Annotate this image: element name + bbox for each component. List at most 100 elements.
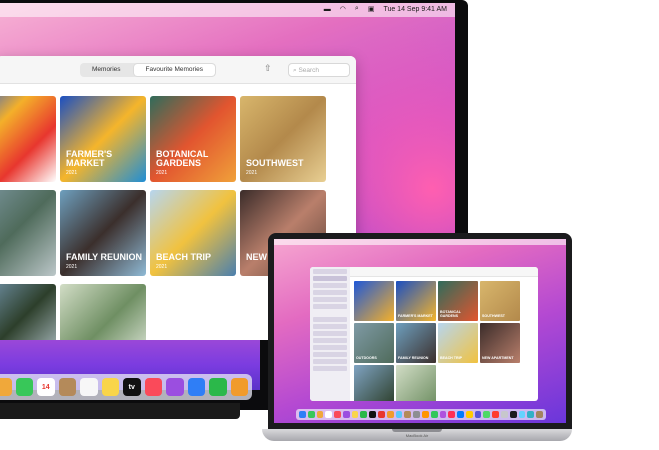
laptop-dock-app-icon[interactable]	[439, 411, 447, 418]
tab-memories[interactable]: Memories	[80, 63, 133, 77]
music-dock-icon[interactable]	[144, 378, 162, 396]
laptop-memory-tile[interactable]	[396, 365, 436, 401]
laptop-memory-tile[interactable]: BEACH TRIP	[438, 323, 478, 363]
laptop-dock-app-icon[interactable]	[360, 411, 368, 418]
memory-tile[interactable]: BOTANICAL GARDENS 2021	[150, 96, 236, 182]
laptop-sidebar-item[interactable]	[313, 338, 347, 343]
laptop-dock-app-icon[interactable]	[299, 411, 306, 418]
laptop-dock-app-icon[interactable]	[430, 411, 438, 418]
memory-title: FARMER'S MARKET	[66, 149, 113, 168]
memory-tile[interactable]	[0, 96, 56, 182]
laptop-memory-title: FAMILY REUNION	[398, 356, 429, 360]
memory-tile[interactable]	[0, 190, 56, 276]
laptop-sidebar-item[interactable]	[313, 359, 347, 364]
laptop-dock-app-icon[interactable]	[421, 411, 429, 418]
laptop-dock-app-icon[interactable]	[536, 411, 543, 418]
memory-tile[interactable]: FARMER'S MARKET 2021	[60, 96, 146, 182]
memory-year: 2021	[156, 264, 168, 270]
memory-year: 2021	[66, 170, 78, 176]
laptop-dock-app-icon[interactable]	[527, 411, 535, 418]
laptop-dock-app-icon[interactable]	[342, 411, 350, 418]
laptop-memory-tile[interactable]: FAMILY REUNION	[396, 323, 436, 363]
laptop-memory-tile[interactable]	[354, 281, 394, 321]
laptop-dock-app-icon[interactable]	[465, 411, 473, 418]
memory-tile[interactable]	[60, 284, 146, 340]
laptop-lid: FARMER'S MARKET BOTANICAL GARDENS SOUTHWES…	[268, 233, 572, 429]
laptop-sidebar-item[interactable]	[313, 269, 347, 274]
laptop-dock-app-icon[interactable]	[492, 411, 499, 418]
laptop-dock-app-icon[interactable]	[474, 411, 482, 418]
laptop-memory-tile[interactable]: BOTANICAL GARDENS	[438, 281, 478, 321]
memory-tile[interactable]: SOUTHWEST 2021	[240, 96, 326, 182]
laptop-dock-app-icon[interactable]	[334, 411, 341, 418]
wifi-icon[interactable]: ◠	[340, 5, 346, 13]
search-placeholder: Search	[298, 67, 320, 74]
photos-dock-icon[interactable]	[0, 378, 12, 396]
control-icon[interactable]: ▬	[324, 6, 331, 13]
laptop-memory-tile[interactable]	[354, 365, 394, 401]
laptop-dock-app-icon[interactable]	[378, 411, 385, 418]
monitor-stand	[0, 403, 240, 419]
memory-title: BEACH TRIP	[156, 252, 212, 262]
laptop-dock-app-icon[interactable]	[500, 411, 508, 418]
laptop-sidebar-item[interactable]	[313, 352, 347, 357]
laptop-dock-app-icon[interactable]	[395, 411, 403, 418]
laptop-dock-app-icon[interactable]	[404, 411, 412, 418]
memory-year: 2021	[66, 264, 78, 270]
laptop-dock-app-icon[interactable]	[448, 411, 456, 418]
laptop-memory-tile[interactable]: SOUTHWEST	[480, 281, 520, 321]
memory-tile[interactable]: BEACH TRIP 2021	[150, 190, 236, 276]
macbook-air: FARMER'S MARKET BOTANICAL GARDENS SOUTHWES…	[262, 233, 572, 445]
laptop-sidebar-item[interactable]	[313, 331, 347, 336]
laptop-sidebar-item[interactable]	[313, 345, 347, 350]
laptop-memory-tile[interactable]: NEW APARTMENT	[480, 323, 520, 363]
laptop-sidebar-item[interactable]	[313, 324, 347, 329]
laptop-sidebar-item[interactable]	[313, 276, 347, 281]
laptop-dock-app-icon[interactable]	[483, 411, 491, 418]
tv-dock-icon[interactable]: tv	[123, 378, 141, 396]
laptop-memory-title: BOTANICAL GARDENS	[440, 310, 461, 318]
memory-title: BOTANICAL GARDENS	[156, 149, 209, 168]
laptop-memory-tile[interactable]: OUTDOORS	[354, 323, 394, 363]
menu-bar-datetime[interactable]: Tue 14 Sep 9:41 AM	[383, 6, 447, 13]
podcasts-dock-icon[interactable]	[166, 378, 184, 396]
laptop-dock	[296, 409, 546, 420]
laptop-dock-app-icon[interactable]	[351, 411, 359, 418]
laptop-dock-app-icon[interactable]	[325, 411, 333, 418]
memory-tile[interactable]: FAMILY REUNION 2021	[60, 190, 146, 276]
laptop-sidebar-item[interactable]	[313, 317, 347, 322]
laptop-dock-app-icon[interactable]	[307, 411, 315, 418]
keynote-dock-icon[interactable]	[230, 378, 248, 396]
tab-favourite-memories[interactable]: Favourite Memories	[133, 64, 215, 76]
laptop-memory-tile[interactable]: FARMER'S MARKET	[396, 281, 436, 321]
notes-dock-icon[interactable]	[101, 378, 119, 396]
app-store-dock-icon[interactable]	[187, 378, 205, 396]
laptop-sidebar-item[interactable]	[313, 366, 347, 371]
laptop-sidebar-item[interactable]	[313, 297, 347, 302]
laptop-dock-app-icon[interactable]	[518, 411, 526, 418]
memory-tile[interactable]	[0, 284, 56, 340]
numbers-dock-icon[interactable]	[209, 378, 227, 396]
contacts-dock-icon[interactable]	[58, 378, 76, 396]
laptop-dock-app-icon[interactable]	[509, 411, 517, 418]
share-icon[interactable]: ⇧	[264, 63, 274, 75]
laptop-dock-app-icon[interactable]	[386, 411, 394, 418]
laptop-sidebar-item[interactable]	[313, 304, 347, 309]
laptop-dock-app-icon[interactable]	[369, 411, 377, 418]
facetime-dock-icon[interactable]	[15, 378, 33, 396]
reminders-dock-icon[interactable]	[80, 378, 98, 396]
laptop-dock-app-icon[interactable]	[316, 411, 324, 418]
laptop-sidebar-item[interactable]	[313, 290, 347, 295]
laptop-photos-window: FARMER'S MARKET BOTANICAL GARDENS SOUTHWES…	[310, 267, 538, 401]
laptop-dock-app-icon[interactable]	[413, 411, 420, 418]
laptop-dock-app-icon[interactable]	[457, 411, 464, 418]
memory-year: 2021	[246, 170, 258, 176]
search-input[interactable]: ⌕ Search	[288, 63, 350, 77]
laptop-memory-title: OUTDOORS	[356, 356, 377, 360]
calendar-dock-icon[interactable]: 14	[37, 378, 55, 396]
laptop-sidebar-item[interactable]	[313, 283, 347, 288]
menu-bar-status: ▬ ◠ ⌕ ▣ Tue 14 Sep 9:41 AM	[324, 5, 447, 13]
laptop-screen: FARMER'S MARKET BOTANICAL GARDENS SOUTHWES…	[274, 239, 566, 423]
control-center-icon[interactable]: ▣	[368, 5, 375, 13]
search-icon[interactable]: ⌕	[355, 5, 359, 13]
